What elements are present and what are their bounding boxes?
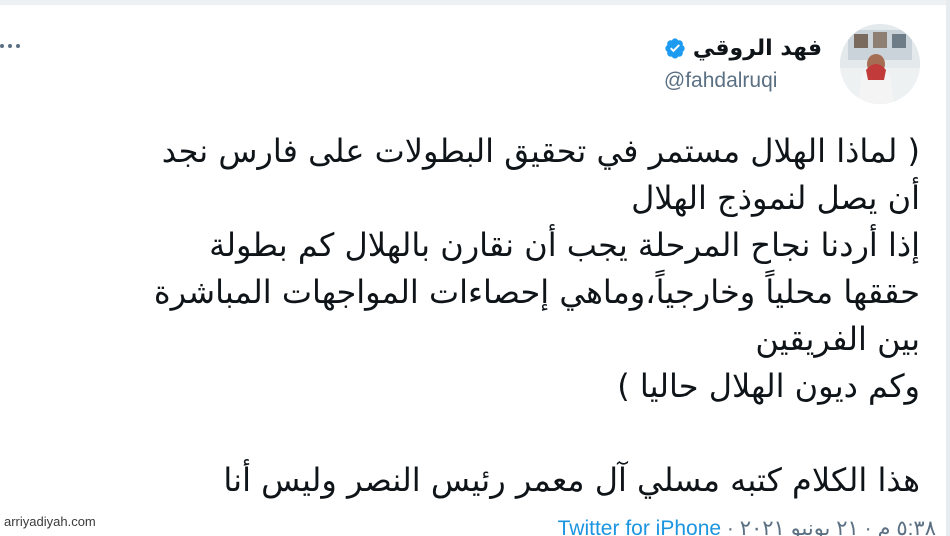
tweet-line: وكم ديون الهلال حاليا ) — [617, 367, 920, 405]
tweet-line: بين الفريقين — [755, 320, 920, 358]
avatar-photo-icon — [840, 24, 920, 104]
display-name[interactable]: فهد الروقي — [693, 36, 822, 61]
verified-badge-icon — [665, 38, 685, 59]
tweet-line: ( لماذا الهلال مستمر في تحقيق البطولات ع… — [161, 132, 920, 170]
handle[interactable]: @fahdalruqi — [664, 69, 778, 93]
tweet-timestamp[interactable]: ٥:٣٨ م · ٢١ يونيو ٢٠٢١ · — [721, 517, 936, 536]
tweet-card: فهد الروقي @fahdalruqi ( لماذا الهلال مس… — [0, 0, 950, 536]
top-divider — [0, 0, 950, 5]
tweet-line: حققها محلياً وخارجياً،وماهي إحصاءات المو… — [153, 273, 920, 311]
tweet-meta: ٥:٣٨ م · ٢١ يونيو ٢٠٢١ · Twitter for iPh… — [558, 516, 936, 536]
tweet-line: أن يصل لنموذج الهلال — [631, 179, 920, 217]
tweet-text: ( لماذا الهلال مستمر في تحقيق البطولات ع… — [30, 128, 920, 504]
right-divider — [946, 0, 950, 536]
more-options-icon[interactable] — [0, 44, 20, 48]
author-info: فهد الروقي @fahdalruqi — [664, 36, 822, 93]
tweet-line: هذا الكلام كتبه مسلي آل معمر رئيس النصر … — [223, 461, 920, 499]
watermark: arriyadiyah.com — [4, 514, 96, 529]
tweet-line: إذا أردنا نجاح المرحلة يجب أن نقارن باله… — [209, 226, 920, 264]
avatar[interactable] — [840, 24, 920, 104]
tweet-header: فهد الروقي @fahdalruqi — [664, 24, 920, 104]
tweet-source[interactable]: Twitter for iPhone — [558, 517, 721, 536]
